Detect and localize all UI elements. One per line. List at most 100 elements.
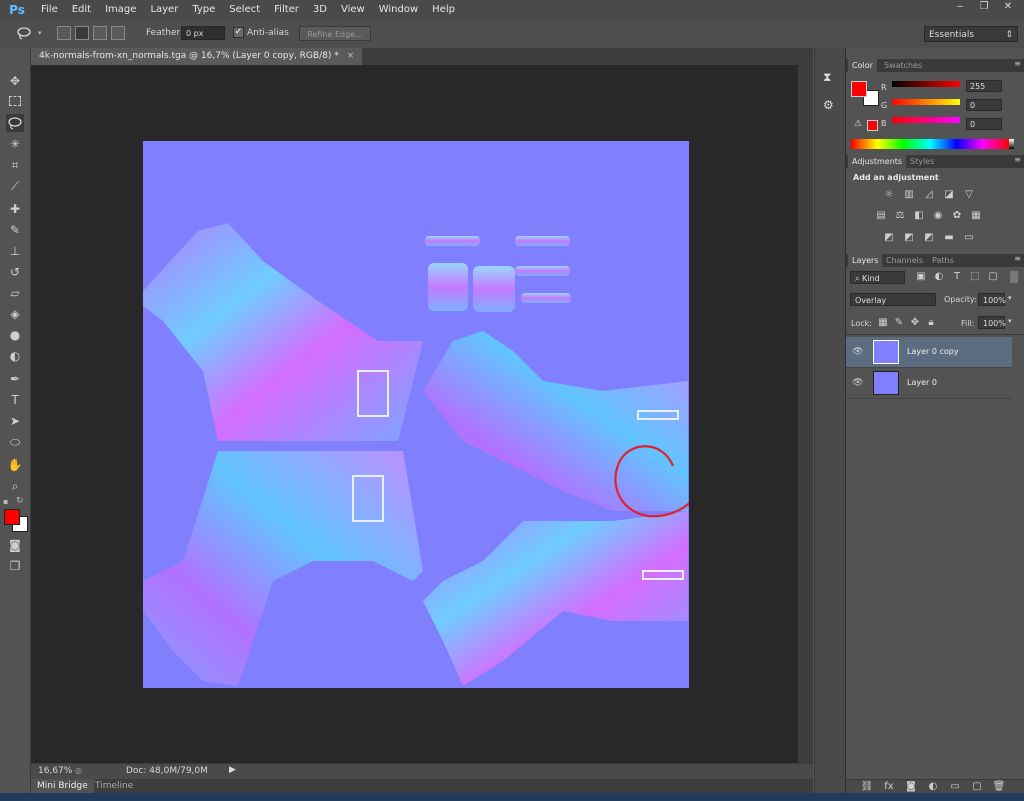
photo-filter-icon[interactable]: ◉ — [931, 210, 945, 222]
move-tool-icon[interactable]: ✥ — [6, 72, 24, 90]
close-icon[interactable]: × — [347, 51, 355, 61]
zoom-tool-icon[interactable]: ⌕ — [6, 477, 24, 495]
chevron-down-icon[interactable]: ▾ — [1008, 294, 1012, 302]
b-slider[interactable] — [892, 117, 960, 123]
lasso-preset-icon[interactable] — [16, 25, 32, 41]
lock-pixels-icon[interactable]: ✎ — [892, 317, 906, 329]
filter-toggle[interactable] — [1010, 271, 1018, 283]
menu-select[interactable]: Select — [222, 0, 267, 20]
menu-image[interactable]: Image — [98, 0, 143, 20]
restore-button[interactable]: ❐ — [972, 0, 996, 14]
antialias-checkbox[interactable]: ✓ — [233, 27, 244, 38]
selective-color-icon[interactable]: ▭ — [962, 232, 976, 244]
filter-pixel-icon[interactable]: ▣ — [914, 271, 928, 283]
vibrance-icon[interactable]: ▽ — [962, 189, 976, 201]
lasso-tool-icon[interactable] — [6, 114, 24, 132]
menu-window[interactable]: Window — [372, 0, 425, 20]
magic-wand-tool-icon[interactable]: ✳ — [6, 135, 24, 153]
subtract-selection-icon[interactable] — [93, 26, 107, 40]
delete-layer-icon[interactable]: 🗑︎ — [992, 781, 1006, 793]
menu-file[interactable]: File — [34, 0, 65, 20]
r-value[interactable]: 255 — [966, 80, 1002, 92]
black-white-icon[interactable]: ◧ — [912, 210, 926, 222]
g-slider[interactable] — [892, 99, 960, 105]
curves-icon[interactable]: ◿ — [922, 189, 936, 201]
normal-map-image[interactable] — [143, 141, 689, 688]
gamut-warning-icon[interactable]: ⚠ — [854, 119, 862, 129]
new-adjustment-icon[interactable]: ◐ — [926, 781, 940, 793]
fill-input[interactable]: 100% — [978, 316, 1006, 329]
intersect-selection-icon[interactable] — [111, 26, 125, 40]
tab-swatches[interactable]: Swatches — [880, 59, 926, 72]
menu-3d[interactable]: 3D — [306, 0, 334, 20]
clone-stamp-tool-icon[interactable]: ⊥ — [6, 242, 24, 260]
layer-filter-select[interactable]: ⌕ Kind — [850, 271, 905, 284]
document-tab[interactable]: 4k-normals-from-xn_normals.tga @ 16,7% (… — [31, 48, 363, 65]
chevron-down-icon[interactable]: ▾ — [1008, 317, 1012, 325]
color-foreground-swatch[interactable] — [851, 81, 867, 97]
hue-saturation-icon[interactable]: ▤ — [874, 210, 888, 222]
visibility-eye-icon[interactable]: 👁︎ — [852, 377, 864, 389]
marquee-tool-icon[interactable] — [6, 93, 24, 111]
tab-color[interactable]: Color — [848, 59, 877, 72]
filter-adjustment-icon[interactable]: ◐ — [932, 271, 946, 283]
workspace-select[interactable]: Essentials ⇕ — [924, 26, 1018, 42]
tab-paths[interactable]: Paths — [928, 254, 958, 267]
add-selection-icon[interactable] — [75, 26, 89, 40]
g-value[interactable]: 0 — [966, 99, 1002, 111]
eraser-tool-icon[interactable]: ▱ — [6, 284, 24, 302]
pen-tool-icon[interactable]: ✒ — [6, 370, 24, 388]
visibility-eye-icon[interactable]: 👁︎ — [852, 346, 864, 358]
tab-mini-bridge[interactable]: Mini Bridge — [31, 779, 94, 793]
color-spectrum-bar[interactable] — [851, 139, 1009, 149]
gradient-map-icon[interactable]: ▬ — [942, 232, 956, 244]
brightness-contrast-icon[interactable]: ☼ — [882, 189, 896, 201]
dodge-tool-icon[interactable]: ◐ — [6, 347, 24, 365]
brush-tool-icon[interactable]: ✎ — [6, 221, 24, 239]
path-selection-tool-icon[interactable]: ➤ — [6, 412, 24, 430]
blur-tool-icon[interactable]: ● — [6, 326, 24, 344]
feather-input[interactable]: 0 px — [181, 26, 225, 40]
tab-styles[interactable]: Styles — [906, 155, 938, 168]
tab-layers[interactable]: Layers — [848, 254, 883, 267]
menu-edit[interactable]: Edit — [65, 0, 98, 20]
panel-menu-icon[interactable]: ≡ — [1014, 59, 1021, 68]
menu-filter[interactable]: Filter — [267, 0, 306, 20]
minimize-button[interactable]: ‒ — [948, 0, 972, 14]
eyedropper-tool-icon[interactable]: ⟋ — [6, 177, 24, 195]
hand-tool-icon[interactable]: ✋ — [6, 456, 24, 474]
menu-layer[interactable]: Layer — [143, 0, 185, 20]
layer-style-icon[interactable]: fx — [882, 781, 896, 793]
b-value[interactable]: 0 — [966, 118, 1002, 130]
invert-icon[interactable]: ◩ — [882, 232, 896, 244]
menu-view[interactable]: View — [334, 0, 372, 20]
history-panel-icon[interactable]: ⧗ — [823, 70, 831, 85]
paint-bucket-tool-icon[interactable]: ◈ — [6, 305, 24, 323]
lock-position-icon[interactable]: ✥ — [908, 317, 922, 329]
status-info-icon[interactable]: ◎ — [75, 766, 82, 775]
layer-row-layer-0-copy[interactable]: 👁︎ Layer 0 copy — [846, 337, 1012, 368]
menu-help[interactable]: Help — [425, 0, 462, 20]
quick-mask-icon[interactable]: ◙ — [6, 536, 24, 554]
new-group-icon[interactable]: ▭ — [948, 781, 962, 793]
levels-icon[interactable]: ▥ — [902, 189, 916, 201]
channel-mixer-icon[interactable]: ✿ — [950, 210, 964, 222]
chevron-down-icon[interactable]: ▾ — [38, 29, 42, 37]
color-lookup-icon[interactable]: ▦ — [969, 210, 983, 222]
lock-all-icon[interactable]: 🔒︎ — [924, 317, 938, 329]
properties-panel-icon[interactable]: ⚙ — [823, 98, 834, 112]
history-brush-tool-icon[interactable]: ↺ — [6, 263, 24, 281]
filter-type-icon[interactable]: T — [950, 271, 964, 283]
filter-smart-object-icon[interactable]: ▢ — [986, 271, 1000, 283]
screen-mode-icon[interactable]: ❐ — [6, 557, 24, 575]
tab-channels[interactable]: Channels — [882, 254, 927, 267]
panel-menu-icon[interactable]: ≡ — [1014, 254, 1021, 263]
threshold-icon[interactable]: ◩ — [922, 232, 936, 244]
menu-type[interactable]: Type — [185, 0, 222, 20]
panel-menu-icon[interactable]: ≡ — [1014, 155, 1021, 164]
crop-tool-icon[interactable]: ⌗ — [6, 156, 24, 174]
layer-row-layer-0[interactable]: 👁︎ Layer 0 — [846, 368, 1012, 399]
default-colors-icon[interactable]: ▪ — [3, 497, 8, 506]
type-tool-icon[interactable]: T — [6, 391, 24, 409]
r-slider[interactable] — [892, 81, 960, 87]
